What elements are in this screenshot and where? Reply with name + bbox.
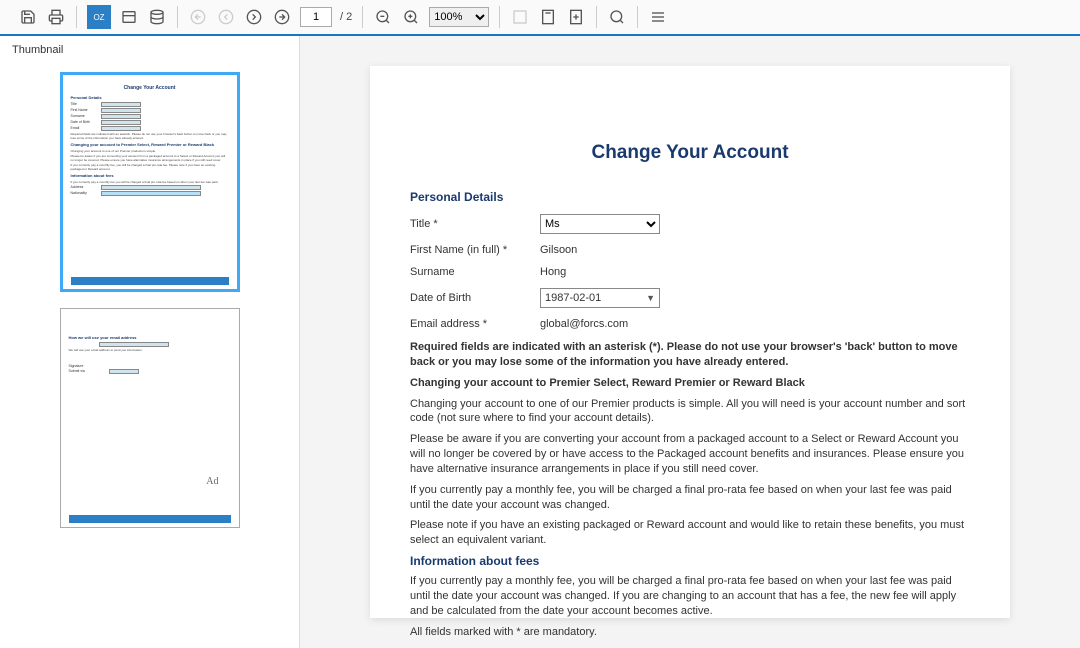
document-viewer[interactable]: Change Your Account Personal Details Tit… — [300, 36, 1080, 648]
dob-select[interactable]: 1987-02-01 ▼ — [540, 288, 660, 308]
title-select[interactable]: Ms — [540, 214, 660, 234]
save-icon[interactable] — [18, 7, 38, 27]
thumbnail-page-1[interactable]: Change Your Account Personal Details Tit… — [60, 72, 240, 292]
sidebar-title: Thumbnail — [0, 36, 299, 64]
next-page-icon[interactable] — [244, 7, 264, 27]
menu-icon[interactable] — [648, 7, 668, 27]
para-changing-title: Changing your account to Premier Select,… — [410, 376, 970, 391]
para-changing-1: Changing your account to one of our Prem… — [410, 397, 970, 427]
document-page: Change Your Account Personal Details Tit… — [370, 66, 1010, 618]
first-page-icon[interactable] — [188, 7, 208, 27]
search-icon[interactable] — [607, 7, 627, 27]
prev-page-icon[interactable] — [216, 7, 236, 27]
para-changing-2: Please be aware if you are converting yo… — [410, 432, 970, 477]
fit-width-icon[interactable] — [510, 7, 530, 27]
last-page-icon[interactable] — [272, 7, 292, 27]
para-fees: If you currently pay a monthly fee, you … — [410, 574, 970, 619]
section-fees: Information about fees — [410, 554, 970, 568]
para-mandatory: All fields marked with * are mandatory. — [410, 625, 970, 640]
print-icon[interactable] — [46, 7, 66, 27]
field-surname: Surname Hong — [410, 266, 970, 278]
form-icon[interactable] — [119, 7, 139, 27]
zoom-select[interactable]: 100% — [429, 7, 489, 27]
main: Thumbnail Change Your Account Personal D… — [0, 36, 1080, 648]
chevron-down-icon: ▼ — [646, 293, 655, 303]
app-logo-icon[interactable]: OZ — [87, 5, 111, 29]
para-changing-4: Please note if you have an existing pack… — [410, 518, 970, 548]
page-title: Change Your Account — [410, 142, 970, 164]
surname-value: Hong — [540, 266, 566, 278]
thumbnail-sidebar: Thumbnail Change Your Account Personal D… — [0, 36, 300, 648]
field-title: Title * Ms — [410, 214, 970, 234]
page-number-input[interactable] — [300, 7, 332, 27]
section-personal-details: Personal Details — [410, 190, 970, 204]
zoom-out-icon[interactable] — [373, 7, 393, 27]
first-name-value: Gilsoon — [540, 244, 577, 256]
page-total: / 2 — [340, 11, 352, 23]
para-required: Required fields are indicated with an as… — [410, 340, 970, 370]
field-first-name: First Name (in full) * Gilsoon — [410, 244, 970, 256]
email-value: global@forcs.com — [540, 318, 628, 330]
database-icon[interactable] — [147, 7, 167, 27]
field-dob: Date of Birth 1987-02-01 ▼ — [410, 288, 970, 308]
add-page-icon[interactable] — [566, 7, 586, 27]
toolbar: OZ / 2 100% — [0, 0, 1080, 36]
thumbnail-page-2[interactable]: How we will use your email address We wi… — [60, 308, 240, 528]
thumbnail-list: Change Your Account Personal Details Tit… — [0, 64, 299, 644]
zoom-in-icon[interactable] — [401, 7, 421, 27]
field-email: Email address * global@forcs.com — [410, 318, 970, 330]
fit-page-icon[interactable] — [538, 7, 558, 27]
para-changing-3: If you currently pay a monthly fee, you … — [410, 483, 970, 513]
